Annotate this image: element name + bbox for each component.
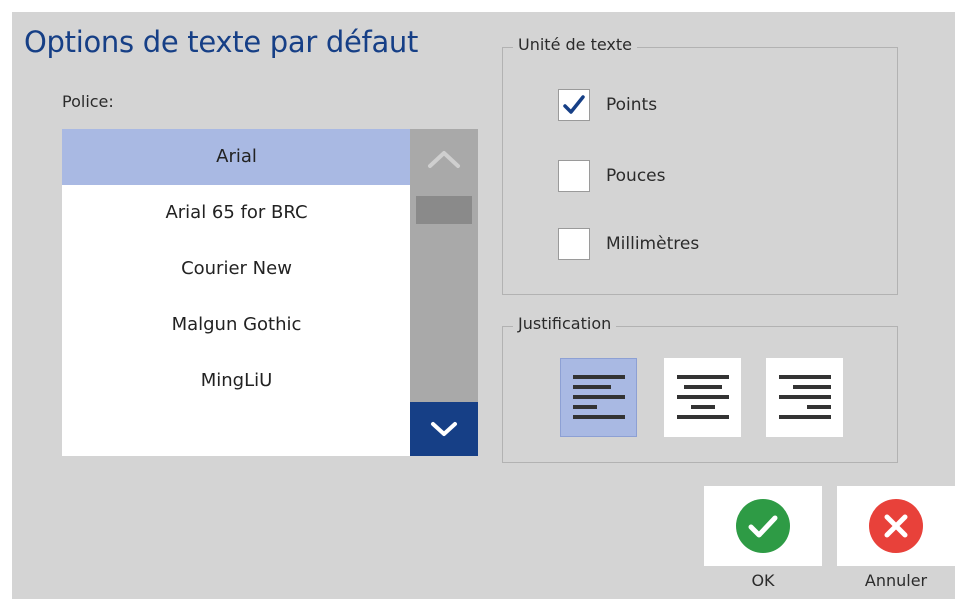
- text-unit-legend: Unité de texte: [513, 35, 638, 54]
- points-checkbox[interactable]: [558, 89, 590, 121]
- chevron-down-icon: [431, 422, 457, 436]
- unit-option-inches[interactable]: Pouces: [558, 160, 665, 192]
- cancel-x-icon: [869, 499, 923, 553]
- dialog-title: Options de texte par défaut: [24, 25, 419, 59]
- default-text-options-dialog: Options de texte par défaut Police: Aria…: [12, 12, 955, 599]
- unit-option-points[interactable]: Points: [558, 89, 657, 121]
- text-unit-group: Unité de texte Points Pouces Millimètres: [502, 35, 898, 295]
- font-list-item[interactable]: Courier New: [62, 241, 411, 297]
- cancel-label: Annuler: [864, 571, 928, 590]
- align-right-icon: [778, 374, 831, 419]
- justification-legend: Justification: [513, 314, 617, 333]
- font-list: Arial Arial 65 for BRC Courier New Malgu…: [62, 129, 411, 456]
- font-list-item[interactable]: Malgun Gothic: [62, 297, 411, 353]
- points-label: Points: [606, 95, 658, 115]
- scroll-up-button[interactable]: [410, 129, 478, 189]
- font-list-item[interactable]: Arial: [62, 129, 411, 185]
- align-center-button[interactable]: [664, 358, 741, 437]
- align-left-icon: [572, 374, 625, 419]
- align-right-button[interactable]: [766, 358, 843, 437]
- scroll-down-button[interactable]: [410, 402, 478, 456]
- font-list-item[interactable]: MingLiU: [62, 353, 411, 409]
- justification-group: Justification: [502, 314, 898, 463]
- ok-check-icon: [736, 499, 790, 553]
- millimeters-checkbox[interactable]: [558, 228, 590, 260]
- align-center-icon: [676, 374, 729, 419]
- cancel-button[interactable]: [837, 486, 955, 566]
- inches-checkbox[interactable]: [558, 160, 590, 192]
- font-list-item[interactable]: Arial 65 for BRC: [62, 185, 411, 241]
- scroll-thumb[interactable]: [416, 196, 472, 224]
- unit-option-millimeters[interactable]: Millimètres: [558, 228, 699, 260]
- align-left-button[interactable]: [560, 358, 637, 437]
- font-label: Police:: [62, 92, 114, 111]
- chevron-up-icon: [428, 151, 460, 168]
- ok-button[interactable]: [704, 486, 822, 566]
- checkmark-icon: [563, 95, 585, 114]
- ok-label: OK: [751, 571, 775, 590]
- inches-label: Pouces: [606, 166, 666, 186]
- millimeters-label: Millimètres: [606, 234, 700, 254]
- font-list-scrollbar[interactable]: [410, 129, 478, 456]
